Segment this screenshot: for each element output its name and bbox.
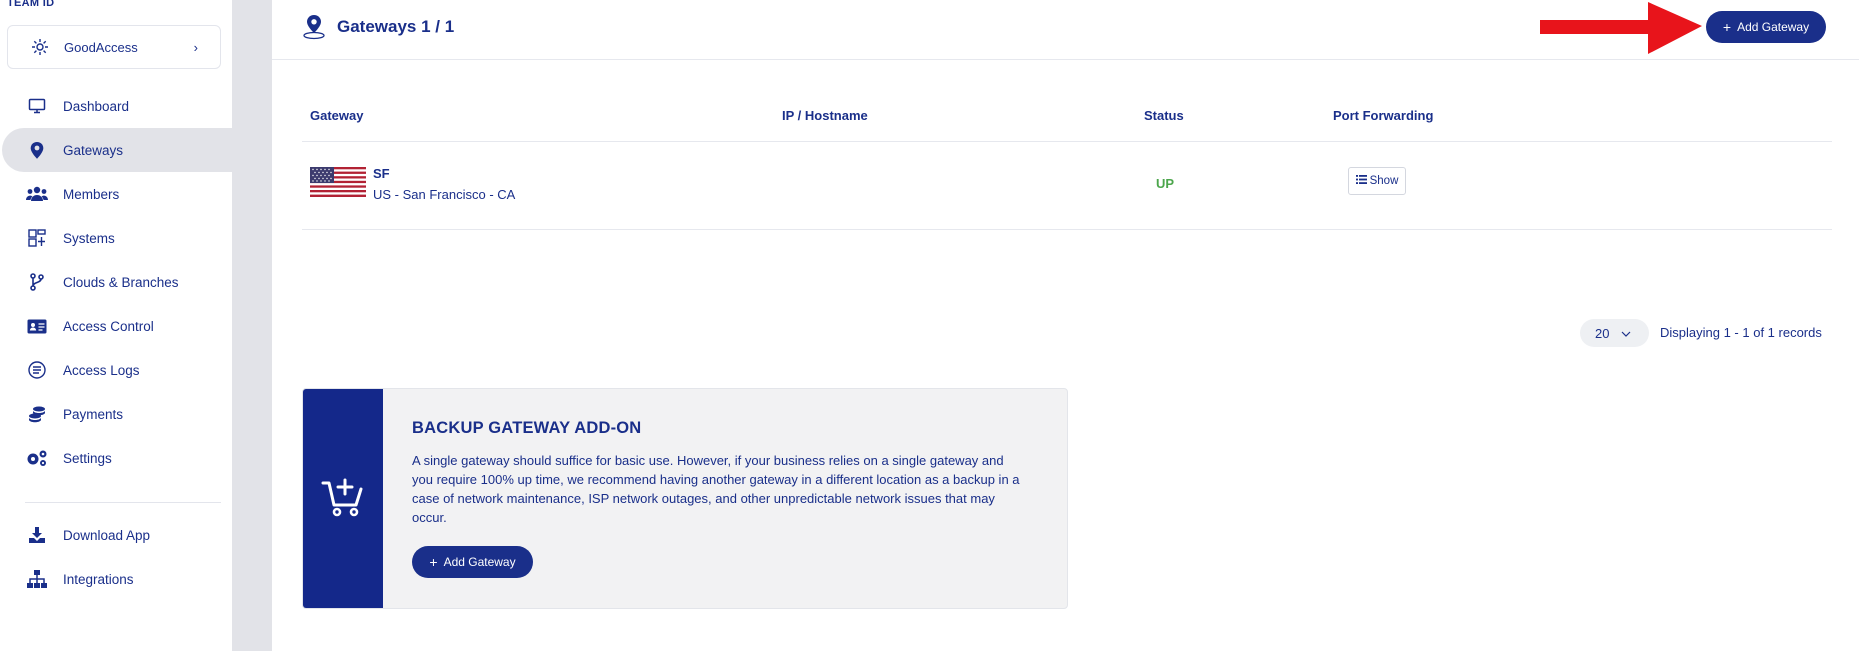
table-header: Gateway IP / Hostname Status Port Forwar…	[302, 96, 1832, 142]
monitor-icon	[26, 96, 48, 116]
sidebar-nav-secondary: Download App Integrations	[0, 513, 232, 601]
systems-icon	[26, 228, 48, 248]
sidebar-item-label: Payments	[63, 406, 124, 422]
promo-sidebar	[303, 389, 383, 608]
port-forwarding-show-button[interactable]: Show	[1348, 167, 1406, 195]
branch-icon	[26, 272, 48, 292]
users-icon	[26, 184, 48, 204]
per-page-select[interactable]: 20	[1580, 319, 1649, 347]
team-selector[interactable]: GoodAccess ›	[7, 25, 221, 69]
sidebar-item-label: Clouds & Branches	[63, 274, 179, 290]
backup-gateway-promo: BACKUP GATEWAY ADD-ON A single gateway s…	[302, 388, 1068, 609]
records-count: Displaying 1 - 1 of 1 records	[1660, 325, 1822, 340]
sidebar-item-systems[interactable]: Systems	[0, 216, 232, 260]
gears-icon	[26, 448, 48, 468]
chevron-right-icon: ›	[193, 39, 198, 55]
promo-description: A single gateway should suffice for basi…	[412, 453, 1020, 525]
map-pin-icon	[26, 140, 48, 160]
sidebar-item-integrations[interactable]: Integrations	[0, 557, 232, 601]
add-gateway-button[interactable]: + Add Gateway	[1706, 11, 1826, 43]
sidebar-item-settings[interactable]: Settings	[0, 436, 232, 480]
page-header: Gateways 1 / 1 + Add Gateway	[272, 0, 1859, 60]
sidebar-item-gateways[interactable]: Gateways	[2, 128, 232, 172]
sidebar-item-dashboard[interactable]: Dashboard	[0, 84, 232, 128]
add-gateway-label: Add Gateway	[1737, 20, 1810, 34]
sidebar-item-label: Download App	[63, 527, 151, 543]
sidebar-nav: Dashboard Gateways Members Systems Cloud…	[0, 84, 232, 480]
sitemap-icon	[26, 569, 48, 589]
sidebar-item-label: Systems	[63, 230, 115, 246]
promo-add-gateway-button[interactable]: + Add Gateway	[412, 546, 533, 578]
team-name: GoodAccess	[64, 39, 138, 55]
list-icon	[1355, 175, 1367, 187]
sidebar-item-label: Dashboard	[63, 98, 130, 114]
sidebar-item-label: Access Logs	[63, 362, 140, 378]
cart-add-icon	[321, 477, 365, 522]
column-header-ip-hostname[interactable]: IP / Hostname	[782, 108, 868, 123]
per-page-value: 20	[1595, 325, 1610, 341]
us-flag-icon	[310, 167, 366, 197]
chevron-down-icon	[1621, 324, 1631, 342]
status-badge: UP	[1156, 176, 1175, 191]
logs-icon	[26, 360, 48, 380]
sidebar-item-access-logs[interactable]: Access Logs	[0, 348, 232, 392]
gateway-location: US - San Francisco - CA	[373, 187, 516, 202]
sidebar-item-label: Integrations	[63, 571, 134, 587]
sidebar-item-label: Access Control	[63, 318, 154, 334]
gateways-table: Gateway IP / Hostname Status Port Forwar…	[302, 96, 1832, 230]
promo-add-gateway-label: Add Gateway	[443, 555, 516, 569]
id-card-icon	[26, 316, 48, 336]
download-icon	[26, 525, 48, 545]
red-arrow-annotation	[1540, 2, 1702, 54]
sidebar-item-label: Gateways	[63, 142, 124, 158]
table-row[interactable]: SF US - San Francisco - CA UP Show	[302, 142, 1832, 230]
promo-title: BACKUP GATEWAY ADD-ON	[412, 419, 642, 437]
sidebar-item-members[interactable]: Members	[0, 172, 232, 216]
main-content: Gateways 1 / 1 + Add Gateway Gateway IP …	[272, 0, 1859, 651]
gateway-name: SF	[373, 166, 390, 181]
sidebar-item-payments[interactable]: Payments	[0, 392, 232, 436]
column-header-gateway[interactable]: Gateway	[310, 108, 363, 123]
column-header-port-forwarding[interactable]: Port Forwarding	[1333, 108, 1433, 123]
sidebar: TEAM ID GoodAccess › Dashboard Gateways …	[0, 0, 232, 651]
sidebar-item-label: Settings	[63, 450, 112, 466]
sidebar-gutter	[232, 0, 272, 651]
goodaccess-logo-icon	[30, 37, 50, 57]
page-title: Gateways 1 / 1	[337, 17, 455, 36]
show-label: Show	[1369, 175, 1399, 187]
column-header-status[interactable]: Status	[1144, 108, 1184, 123]
sidebar-item-label: Members	[63, 186, 120, 202]
coins-icon	[26, 404, 48, 424]
sidebar-item-access-control[interactable]: Access Control	[0, 304, 232, 348]
map-pin-icon	[302, 14, 326, 40]
sidebar-divider	[25, 502, 221, 503]
team-id-label: TEAM ID	[7, 0, 55, 9]
sidebar-item-clouds-branches[interactable]: Clouds & Branches	[0, 260, 232, 304]
sidebar-item-download-app[interactable]: Download App	[0, 513, 232, 557]
plus-icon: +	[1722, 19, 1732, 35]
plus-icon: +	[429, 554, 438, 570]
